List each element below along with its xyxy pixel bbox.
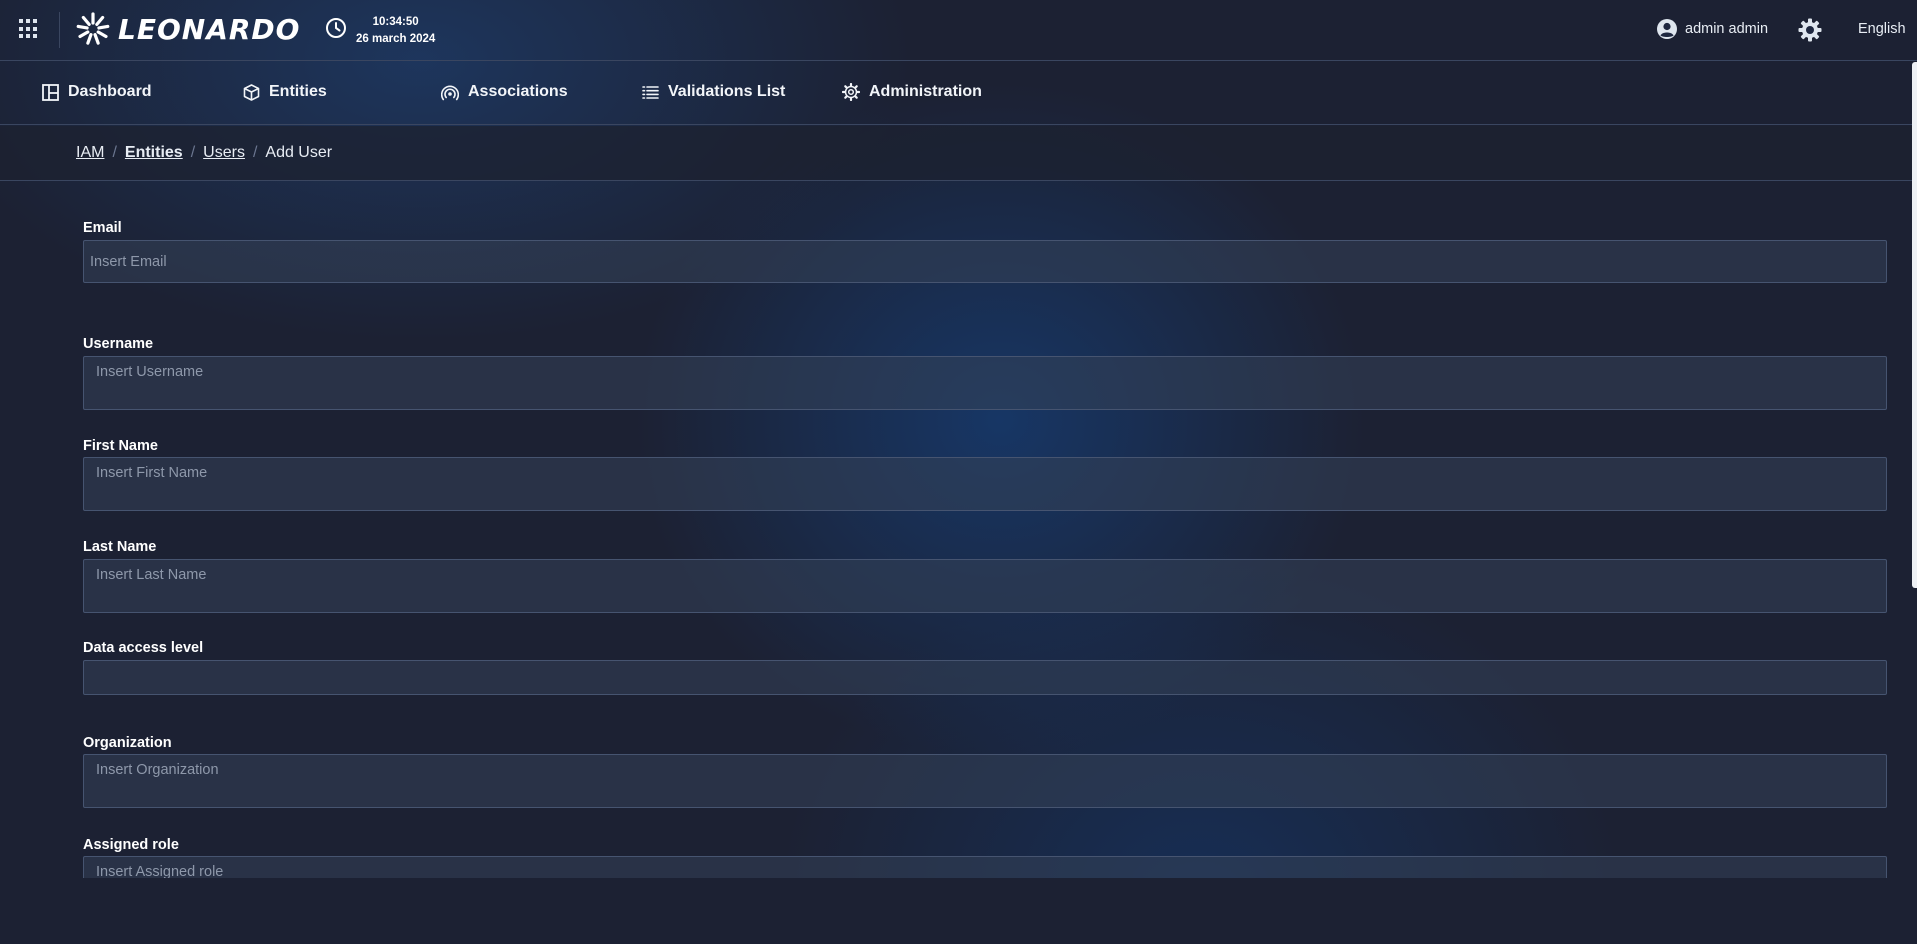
user-name: admin admin — [1685, 21, 1769, 37]
organization-label: Organization — [83, 735, 172, 751]
username-label: Username — [83, 336, 154, 352]
last-name-label: Last Name — [83, 539, 157, 555]
breadcrumb-users[interactable]: Users — [203, 144, 245, 162]
divider — [59, 12, 60, 48]
assigned-role-label: Assigned role — [83, 837, 179, 853]
dashboard-icon — [42, 83, 59, 101]
breadcrumb-separator: / — [190, 144, 196, 161]
nav-item-dashboard[interactable]: Dashboard — [42, 83, 152, 101]
current-date: 26 march 2024 — [356, 33, 436, 45]
breadcrumb-entities[interactable]: Entities — [125, 144, 183, 162]
last-name-field[interactable] — [83, 559, 1887, 613]
nav-label-dashboard: Dashboard — [68, 83, 152, 100]
nav-label-entities: Entities — [269, 83, 327, 100]
nav-item-validations-list[interactable]: Validations List — [642, 83, 785, 101]
organization-field[interactable] — [83, 754, 1887, 808]
username-field[interactable] — [83, 356, 1887, 410]
date-time: 10:34:50 26 march 2024 — [356, 14, 435, 48]
settings-gear-icon[interactable] — [1797, 17, 1823, 43]
main-nav: Dashboard Entities Associations Validati… — [0, 62, 1912, 125]
nav-item-administration[interactable]: Administration — [842, 83, 982, 101]
first-name-field[interactable] — [83, 457, 1887, 511]
breadcrumb-bar: IAM / Entities / Users / Add User — [0, 126, 1912, 181]
broadcast-icon — [441, 85, 459, 100]
gear-icon — [842, 83, 860, 101]
clock-icon — [326, 18, 346, 38]
user-menu[interactable]: admin admin — [1656, 18, 1768, 40]
form-scroll-clip — [0, 878, 1917, 944]
user-avatar-icon — [1657, 19, 1677, 39]
list-icon — [642, 85, 659, 99]
leonardo-logo-icon — [76, 12, 110, 45]
data-access-level-label: Data access level — [83, 640, 204, 656]
language-selector[interactable]: English — [1858, 21, 1906, 37]
breadcrumb-iam[interactable]: IAM — [76, 144, 104, 162]
top-bar: LEONARDO 10:34:50 26 march 2024 admin ad… — [0, 0, 1917, 61]
nav-item-associations[interactable]: Associations — [441, 83, 568, 101]
data-access-level-field[interactable] — [83, 660, 1887, 695]
email-label: Email — [83, 220, 122, 236]
leonardo-logo[interactable]: LEONARDO — [76, 11, 300, 47]
breadcrumb: IAM / Entities / Users / Add User — [76, 144, 332, 162]
cube-icon — [243, 83, 260, 101]
app-grid-icon[interactable] — [19, 19, 39, 39]
logo-text: LEONARDO — [118, 12, 301, 46]
breadcrumb-separator: / — [112, 144, 117, 161]
breadcrumb-separator: / — [252, 144, 258, 161]
first-name-label: First Name — [83, 438, 158, 454]
nav-label-validations-list: Validations List — [668, 83, 786, 100]
current-time: 10:34:50 — [372, 16, 419, 28]
nav-item-entities[interactable]: Entities — [243, 83, 327, 101]
scrollbar[interactable] — [1912, 62, 1917, 588]
email-field[interactable] — [83, 240, 1887, 283]
breadcrumb-current: Add User — [265, 144, 333, 161]
nav-label-associations: Associations — [468, 83, 568, 100]
nav-label-administration: Administration — [869, 83, 982, 100]
